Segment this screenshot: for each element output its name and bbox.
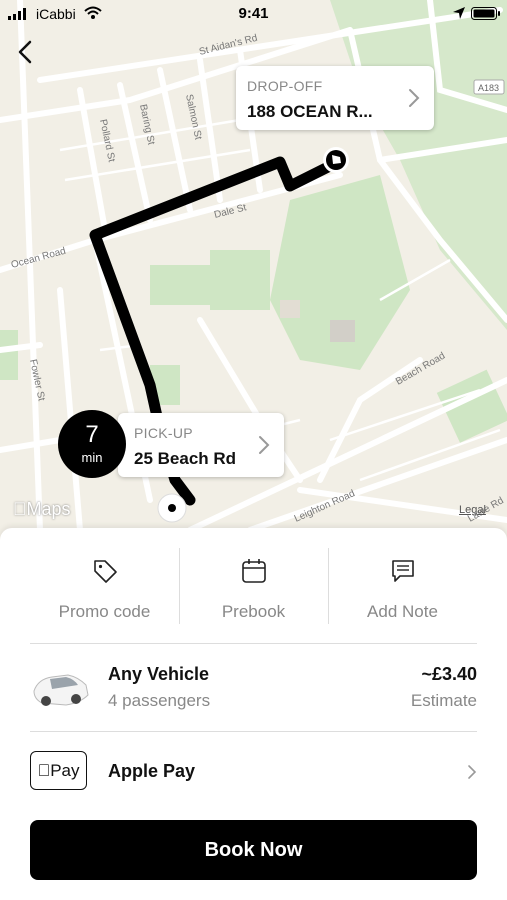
calendar-icon — [242, 559, 266, 583]
chevron-right-icon — [468, 765, 477, 779]
map-view[interactable]: St Aidan's Rd Pollard St Baring St Salmo… — [0, 0, 507, 540]
note-icon — [392, 560, 414, 582]
street-label: Fowler St — [27, 358, 47, 402]
location-arrow-icon — [453, 7, 465, 19]
street-label: Baring St — [137, 103, 156, 146]
car-icon — [33, 674, 89, 706]
street-label: Ocean Road — [10, 246, 67, 271]
eta-value: 7 — [85, 421, 99, 448]
pickup-address: 25 Beach Rd — [134, 449, 237, 468]
maps-logo-text: Maps — [13, 499, 71, 519]
chevron-right-icon — [259, 436, 270, 454]
promo-code-label: Promo code — [58, 602, 151, 621]
dropoff-label: DROP-OFF — [247, 78, 323, 94]
chevron-right-icon — [409, 89, 420, 107]
vehicle-passengers: 4 passengers — [108, 691, 211, 710]
road-number-label: A183 — [478, 83, 499, 93]
vehicle-name: Any Vehicle — [108, 664, 210, 684]
book-now-button[interactable]: Book Now — [30, 820, 477, 880]
apple-logo-icon:  — [13, 499, 27, 519]
street-label: Salmon St — [183, 93, 203, 141]
maps-logo: Maps — [13, 499, 71, 520]
dropoff-address: 188 OCEAN R... — [247, 102, 373, 121]
booking-sheet: Promo code Prebook Add Note Any Vehicle … — [0, 528, 507, 900]
fare-price: ~£3.40 — [421, 664, 477, 684]
battery-icon — [471, 7, 500, 20]
apple-pay-badge-text: Pay — [43, 761, 79, 780]
tag-icon — [94, 560, 117, 583]
divider — [30, 643, 477, 644]
action-row: Promo code Prebook Add Note — [30, 548, 477, 624]
apple-pay-badge: Pay — [30, 751, 87, 790]
apple-logo-icon:  — [37, 761, 50, 780]
legal-link[interactable]: Legal — [459, 504, 486, 516]
chevron-left-icon — [18, 40, 32, 64]
add-note-label: Add Note — [367, 602, 438, 621]
payment-method-label: Apple Pay — [108, 761, 196, 781]
add-note-button[interactable]: Add Note — [328, 548, 477, 624]
dropoff-callout[interactable]: DROP-OFF 188 OCEAN R... — [236, 66, 434, 130]
back-button[interactable] — [12, 36, 38, 68]
eta-unit: min — [81, 450, 103, 465]
eta-badge: 7 min — [58, 410, 126, 478]
promo-code-button[interactable]: Promo code — [30, 548, 179, 624]
pickup-callout[interactable]: PICK-UP 25 Beach Rd — [118, 413, 284, 477]
status-time: 9:41 — [238, 5, 269, 22]
prebook-label: Prebook — [221, 602, 286, 621]
prebook-button[interactable]: Prebook — [179, 548, 328, 624]
status-bar: iCabbi 9:41 — [0, 0, 507, 30]
divider — [30, 731, 477, 732]
pickup-label: PICK-UP — [134, 425, 193, 441]
fare-estimate-label: Estimate — [410, 691, 477, 710]
